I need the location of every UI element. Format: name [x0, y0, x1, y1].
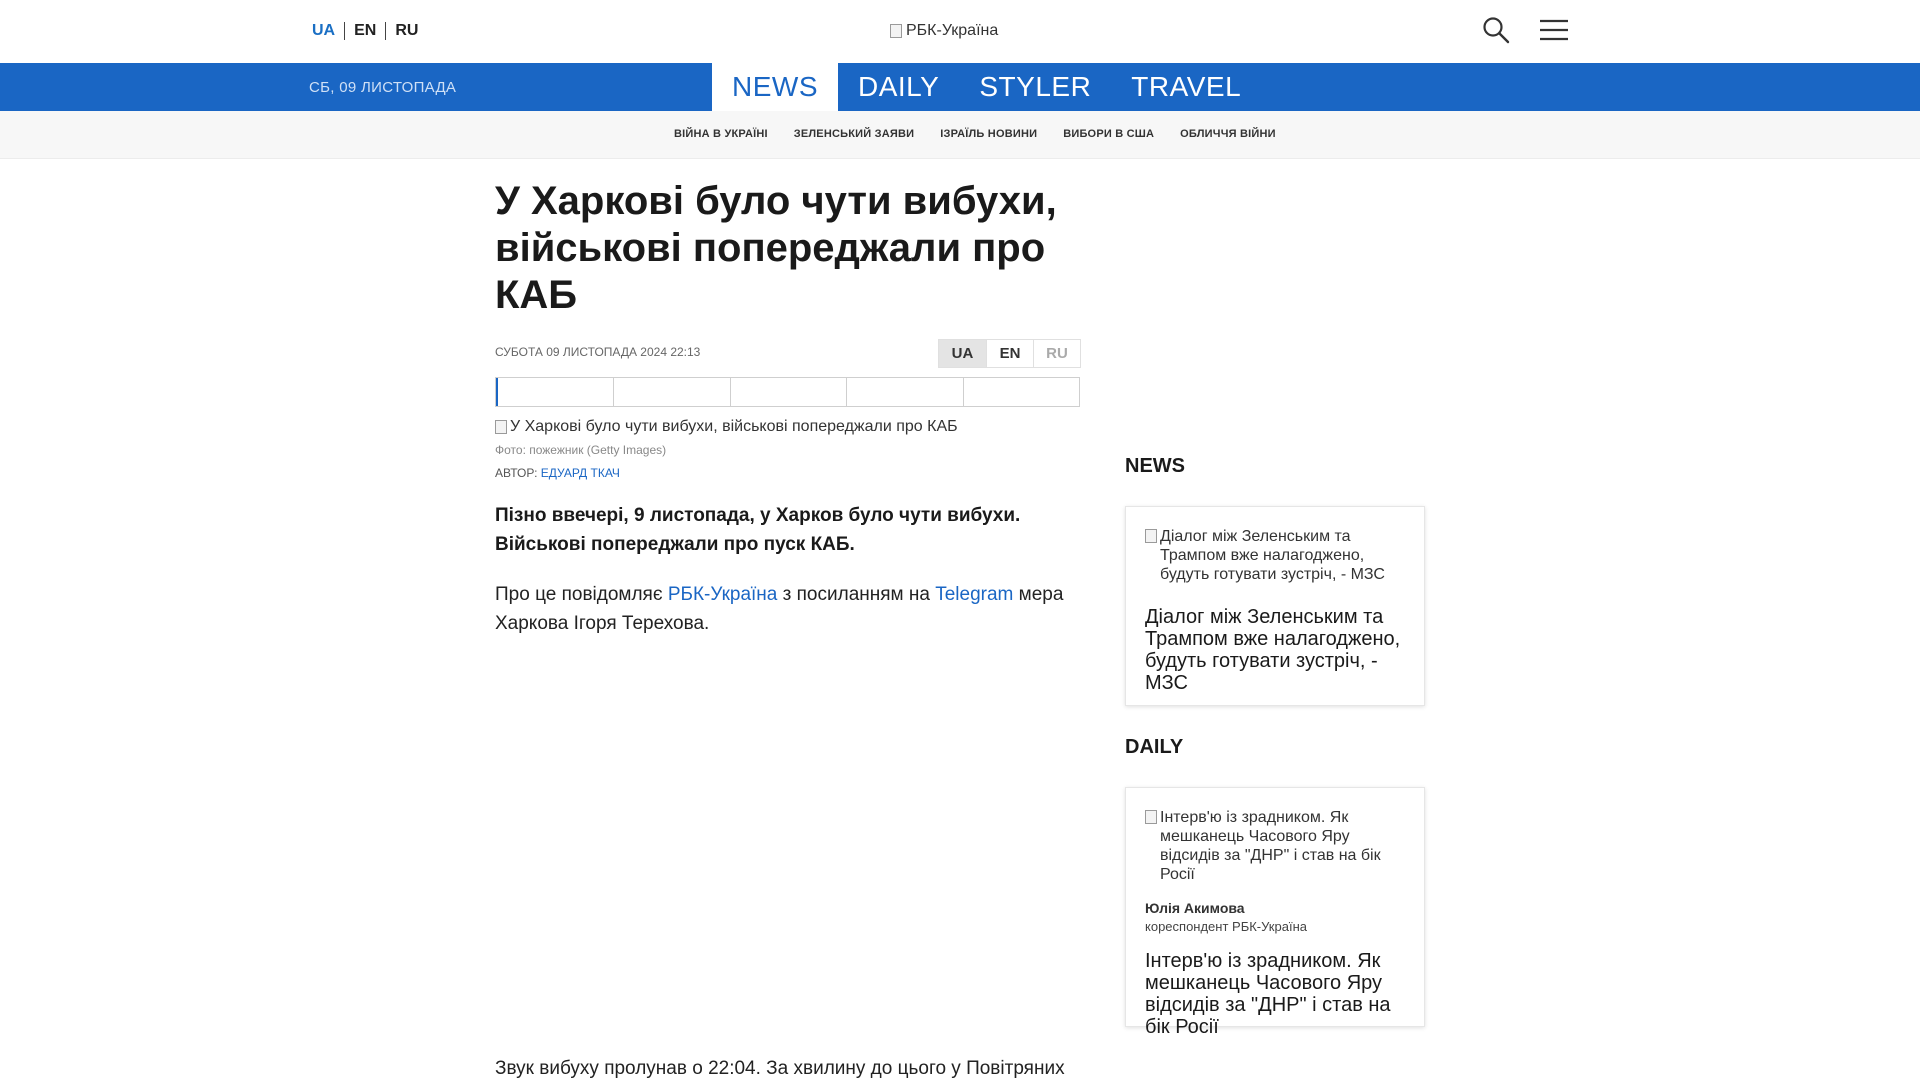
article-paragraph: Про це повідомляє РБК-Україна з посиланн… — [495, 580, 1085, 638]
sidebar-news-title[interactable]: NEWS — [1125, 455, 1185, 478]
search-icon[interactable] — [1482, 16, 1510, 44]
article-lang-ru[interactable]: RU — [1033, 340, 1080, 367]
article-language-switcher: UA EN RU — [938, 339, 1081, 368]
tab-travel[interactable]: TRAVEL — [1111, 63, 1261, 111]
topic-war[interactable]: ВІЙНА В УКРАЇНІ — [674, 128, 768, 140]
article-lang-ua[interactable]: UA — [939, 340, 986, 367]
tab-news[interactable]: NEWS — [712, 63, 838, 111]
news-card-image-alt: Діалог між Зеленським та Трампом вже нал… — [1160, 528, 1385, 583]
sidebar-news-card[interactable]: Діалог між Зеленським та Трампом вже нал… — [1125, 506, 1425, 706]
broken-image-icon — [890, 24, 902, 38]
top-header: UA EN RU РБК-Україна — [0, 0, 1920, 63]
daily-card-author: Юлія Акимова — [1145, 900, 1245, 916]
broken-image-icon — [1145, 529, 1157, 543]
language-switcher: UA EN RU — [312, 22, 427, 40]
daily-card-headline[interactable]: Інтерв'ю із зрадником. Як мешканець Часо… — [1145, 950, 1405, 1038]
news-card-image: Діалог між Зеленським та Трампом вже нал… — [1145, 527, 1405, 584]
section-tabs: NEWS DAILY STYLER TRAVEL — [712, 63, 1261, 111]
share-button[interactable] — [613, 378, 729, 406]
article-lead: Пізно ввечері, 9 листопада, у Харков бул… — [495, 505, 1021, 555]
share-button[interactable] — [846, 378, 962, 406]
article-image-alt: У Харкові було чути вибухи, військові по… — [510, 418, 958, 435]
broken-image-icon — [1145, 810, 1157, 824]
tab-daily[interactable]: DAILY — [838, 63, 959, 111]
daily-card-image-alt: Інтерв'ю із зрадником. Як мешканець Часо… — [1160, 809, 1381, 883]
para-text: з посиланням на — [777, 584, 936, 605]
main-nav: СБ, 09 ЛИСТОПАДА NEWS DAILY STYLER TRAVE… — [0, 63, 1920, 111]
article-title: У Харкові було чути вибухи, військові по… — [495, 179, 1057, 317]
logo-alt-text: РБК-Україна — [906, 22, 999, 39]
daily-card-author-role: кореспондент РБК-Україна — [1145, 919, 1307, 934]
topic-zelensky[interactable]: ЗЕЛЕНСЬКИЙ ЗАЯВИ — [794, 128, 914, 140]
telegram-link[interactable]: Telegram — [935, 584, 1013, 605]
lang-ru[interactable]: RU — [385, 22, 427, 40]
share-button[interactable] — [729, 378, 846, 406]
topics-bar: ВІЙНА В УКРАЇНІ ЗЕЛЕНСЬКИЙ ЗАЯВИ ІЗРАЇЛЬ… — [0, 111, 1920, 159]
menu-icon[interactable] — [1540, 18, 1568, 42]
article-image: У Харкові було чути вибухи, військові по… — [495, 418, 958, 436]
topic-israel[interactable]: ІЗРАЇЛЬ НОВИНИ — [940, 128, 1037, 140]
current-date: СБ, 09 ЛИСТОПАДА — [309, 79, 457, 96]
sidebar-daily-title[interactable]: DAILY — [1125, 736, 1183, 759]
article-paragraph-2: Звук вибуху пролунав о 22:04. За хвилину… — [495, 1058, 1065, 1079]
share-button[interactable] — [962, 378, 1079, 406]
share-buttons — [495, 377, 1080, 407]
article-lang-en[interactable]: EN — [986, 340, 1033, 367]
author-link[interactable]: ЕДУАРД ТКАЧ — [541, 466, 620, 480]
topic-faces-of-war[interactable]: ОБЛИЧЧЯ ВІЙНИ — [1180, 128, 1276, 140]
sidebar-daily-card[interactable]: Інтерв'ю із зрадником. Як мешканець Часо… — [1125, 787, 1425, 1038]
article-date: СУБОТА 09 ЛИСТОПАДА 2024 22:13 — [495, 345, 701, 359]
para-text: Про це повідомляє — [495, 584, 668, 605]
author-label: АВТОР: — [495, 466, 538, 480]
tab-styler[interactable]: STYLER — [959, 63, 1111, 111]
share-button[interactable] — [496, 378, 613, 406]
lang-ua[interactable]: UA — [312, 22, 344, 40]
news-card-headline[interactable]: Діалог між Зеленським та Трампом вже нал… — [1145, 606, 1405, 694]
lang-en[interactable]: EN — [344, 22, 385, 40]
image-caption: Фото: пожежник (Getty Images) — [495, 443, 667, 457]
topic-us-elections[interactable]: ВИБОРИ В США — [1063, 128, 1154, 140]
topic-list: ВІЙНА В УКРАЇНІ ЗЕЛЕНСЬКИЙ ЗАЯВИ ІЗРАЇЛЬ… — [674, 128, 1276, 140]
article-author: АВТОР: ЕДУАРД ТКАЧ — [495, 466, 620, 480]
broken-image-icon — [495, 420, 507, 434]
rbc-link[interactable]: РБК-Україна — [668, 584, 778, 605]
site-logo[interactable]: РБК-Україна — [890, 22, 998, 40]
daily-card-image: Інтерв'ю із зрадником. Як мешканець Часо… — [1145, 808, 1405, 884]
